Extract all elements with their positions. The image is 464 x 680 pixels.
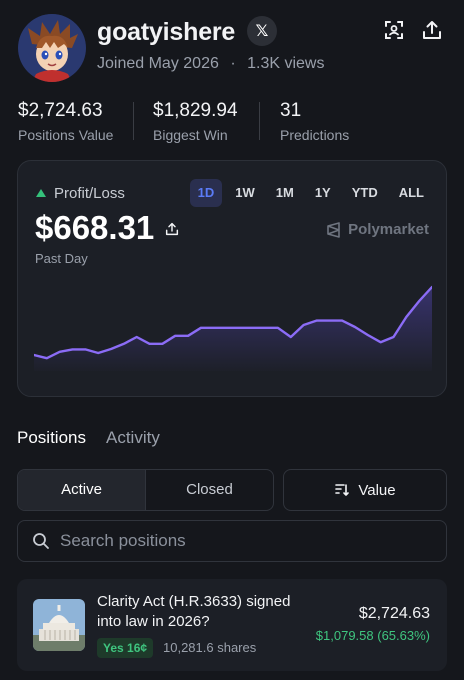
search-input[interactable] xyxy=(60,531,420,551)
polymarket-logo-icon xyxy=(327,221,340,238)
stat-label: Biggest Win xyxy=(153,127,228,143)
profile-header: goatyishere 𝕏 Joined May 2026 · 1.3K vie… xyxy=(18,14,446,84)
share-icon[interactable] xyxy=(164,221,180,237)
username: goatyishere xyxy=(97,18,236,46)
pnl-chart xyxy=(34,285,432,371)
range-all[interactable]: ALL xyxy=(391,179,432,207)
range-1d[interactable]: 1D xyxy=(189,179,223,207)
position-pnl: $1,079.58 (65.63%) xyxy=(315,628,430,643)
status-toggle: Active Closed xyxy=(17,469,274,511)
joined-date: Joined May 2026 xyxy=(97,55,219,72)
position-row[interactable]: Clarity Act (H.R.3633) signed into law i… xyxy=(17,579,447,671)
pnl-value: $668.31 xyxy=(35,209,155,246)
search-box xyxy=(17,520,447,562)
range-1m[interactable]: 1M xyxy=(268,179,302,207)
stat-biggest-win: $1,829.94 Biggest Win xyxy=(153,100,238,143)
stat-predictions: 31 Predictions xyxy=(280,100,349,143)
range-1y[interactable]: 1Y xyxy=(307,179,339,207)
polymarket-brand: Polymarket xyxy=(326,221,429,238)
stat-divider xyxy=(259,102,260,140)
pnl-label: Profit/Loss xyxy=(54,185,125,202)
range-1w[interactable]: 1W xyxy=(227,179,263,207)
stat-label: Positions Value xyxy=(18,127,114,143)
pnl-card: Profit/Loss 1D 1W 1M 1Y YTD ALL $668.31 … xyxy=(17,160,447,397)
meta-separator: · xyxy=(230,55,236,72)
tab-activity[interactable]: Activity xyxy=(106,428,160,448)
position-shares: 10,281.6 shares xyxy=(163,640,257,655)
stat-value: $1,829.94 xyxy=(153,100,238,121)
scan-icon[interactable] xyxy=(382,18,406,42)
closed-button[interactable]: Closed xyxy=(145,470,273,510)
sort-button[interactable]: Value xyxy=(283,469,447,511)
avatar-image xyxy=(18,14,86,82)
position-value: $2,724.63 xyxy=(358,605,430,622)
range-selector: 1D 1W 1M 1Y YTD ALL xyxy=(185,179,432,207)
share-icon[interactable] xyxy=(420,18,444,42)
capitol-building-icon xyxy=(33,599,85,651)
search-icon xyxy=(33,533,49,549)
brand-name: Polymarket xyxy=(348,221,429,238)
stat-positions-value: $2,724.63 Positions Value xyxy=(18,100,113,143)
position-title: Clarity Act (H.R.3633) signed into law i… xyxy=(97,593,291,630)
sort-label: Value xyxy=(358,481,396,499)
active-button[interactable]: Active xyxy=(18,470,145,510)
profile-stats: $2,724.63 Positions Value $1,829.94 Bigg… xyxy=(18,100,446,146)
stat-label: Predictions xyxy=(280,127,350,143)
stat-value: $2,724.63 xyxy=(18,100,103,121)
triangle-up-icon xyxy=(36,189,46,197)
tab-positions[interactable]: Positions xyxy=(17,428,86,448)
range-ytd[interactable]: YTD xyxy=(344,179,386,207)
avatar[interactable] xyxy=(18,14,86,82)
x-logo-icon[interactable]: 𝕏 xyxy=(247,16,277,46)
view-count: 1.3K views xyxy=(247,55,325,72)
pnl-period: Past Day xyxy=(35,251,88,266)
stat-divider xyxy=(133,102,134,140)
stat-value: 31 xyxy=(280,100,302,121)
outcome-badge: Yes 16¢ xyxy=(97,638,154,658)
sort-icon xyxy=(335,484,350,496)
profile-meta: Joined May 2026 · 1.3K views xyxy=(97,55,324,73)
